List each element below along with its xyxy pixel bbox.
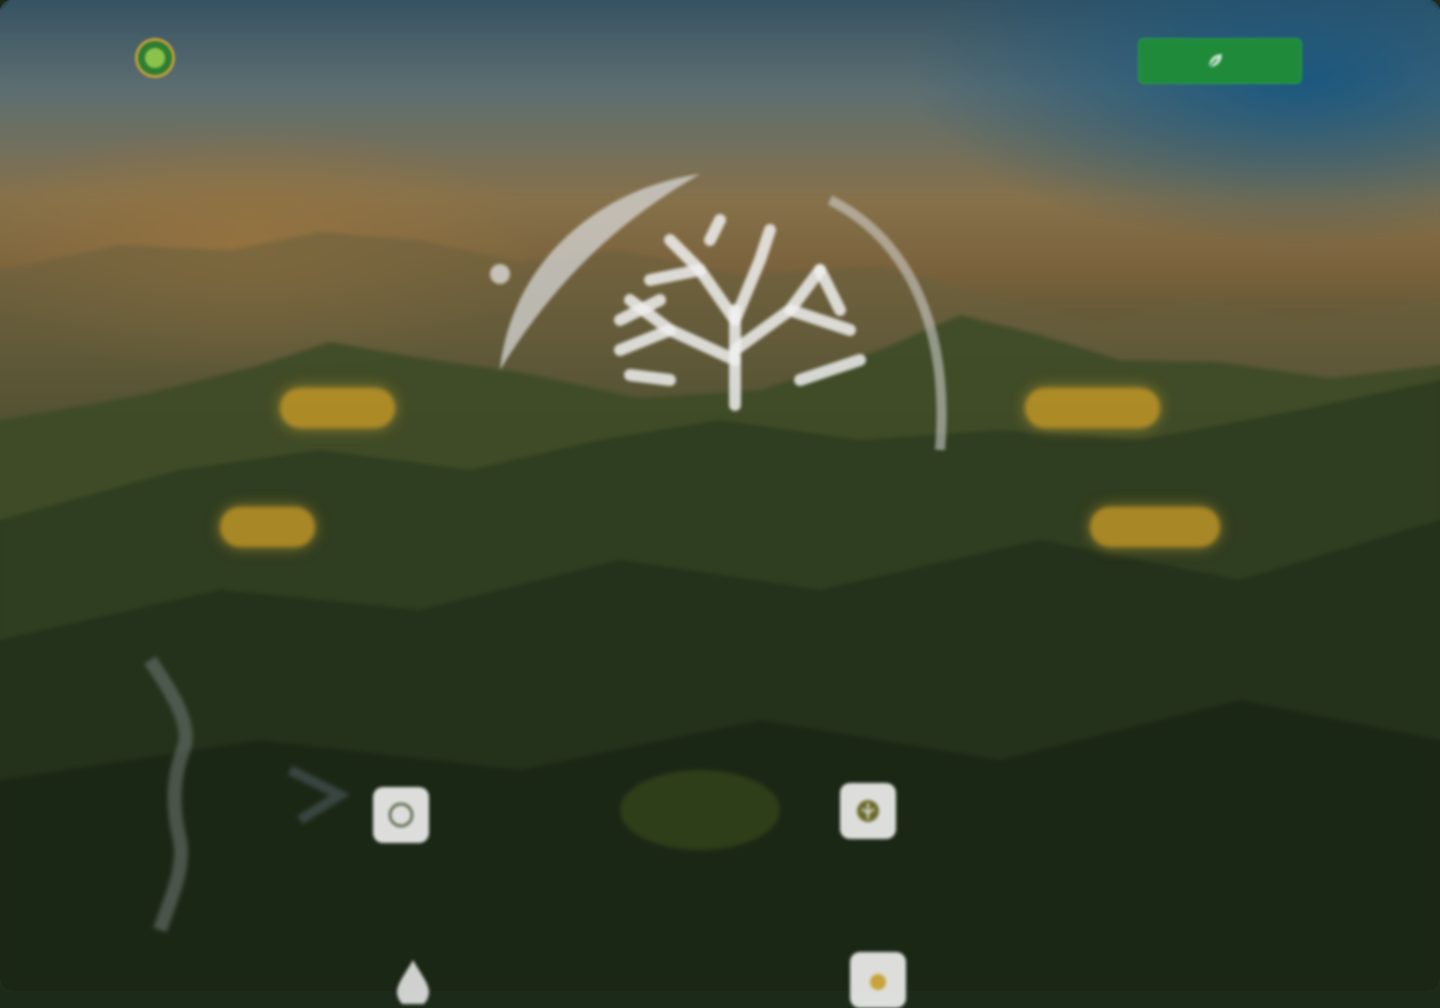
stat-card xyxy=(850,952,928,1008)
hero-pill-2[interactable] xyxy=(1025,388,1160,428)
tree-crescent-emblem xyxy=(490,174,947,451)
hero-pill-4[interactable] xyxy=(1090,507,1220,547)
hero-background xyxy=(0,0,1440,991)
hero-pill-3[interactable] xyxy=(220,507,315,547)
medal-icon xyxy=(850,952,906,1008)
brand-logo[interactable] xyxy=(135,38,219,78)
stat-card xyxy=(385,952,463,1008)
hero-pill-1[interactable] xyxy=(280,388,395,428)
dim-overlay xyxy=(0,0,1440,991)
tree-badge-icon xyxy=(840,783,896,839)
stat-card xyxy=(840,783,918,839)
leaf-globe-icon xyxy=(135,38,175,78)
header-cta-button[interactable] xyxy=(1138,38,1302,84)
stat-card xyxy=(373,787,451,843)
leaf-icon xyxy=(1208,54,1222,68)
water-drop-icon xyxy=(385,952,441,1008)
site-header xyxy=(0,0,1440,120)
co2-icon xyxy=(373,787,429,843)
